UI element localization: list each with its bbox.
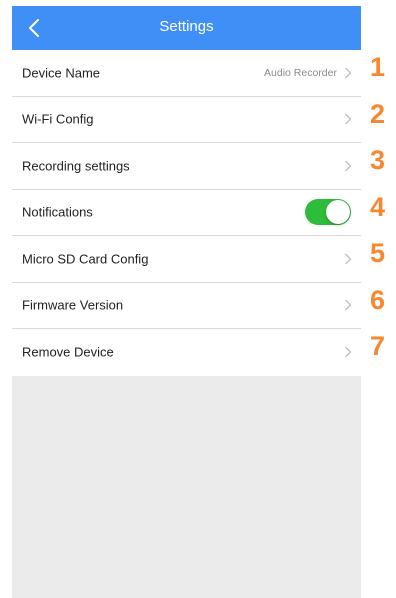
- device-name-value: Audio Recorder: [264, 66, 337, 79]
- row-label: Device Name: [22, 65, 101, 81]
- row-label: Remove Device: [22, 344, 114, 360]
- callout-number: 6: [370, 284, 386, 315]
- screen: Settings Device Name Audio Recorder Wi-F…: [0, 0, 396, 598]
- app-header: Settings: [12, 6, 361, 50]
- chevron-right-icon: [345, 67, 352, 79]
- callout-number: 2: [370, 98, 386, 129]
- chevron-right-icon: [345, 113, 352, 125]
- notifications-toggle[interactable]: [305, 199, 351, 226]
- phone-screen: Settings Device Name Audio Recorder Wi-F…: [12, 6, 361, 598]
- chevron-right-icon: [345, 253, 352, 265]
- settings-list: Device Name Audio Recorder Wi-Fi Config …: [12, 50, 361, 376]
- row-label: Notifications: [22, 204, 93, 220]
- row-label: Micro SD Card Config: [22, 251, 149, 267]
- settings-row-remove-device[interactable]: Remove Device: [12, 329, 361, 376]
- settings-row-firmware-version[interactable]: Firmware Version: [12, 282, 361, 329]
- row-label: Recording settings: [22, 158, 130, 174]
- chevron-right-icon: [345, 299, 352, 311]
- callout-number: 7: [370, 331, 386, 361]
- settings-row-device-name[interactable]: Device Name Audio Recorder: [12, 50, 361, 97]
- settings-row-notifications: Notifications: [12, 189, 361, 236]
- row-label: Firmware Version: [22, 297, 124, 313]
- callout-number: 4: [370, 191, 386, 222]
- row-label: Wi-Fi Config: [22, 111, 94, 127]
- page-title: Settings: [159, 18, 214, 35]
- callout-number: 1: [370, 52, 386, 82]
- settings-row-wifi-config[interactable]: Wi-Fi Config: [12, 96, 361, 143]
- toggle-knob: [326, 200, 350, 225]
- settings-row-recording-settings[interactable]: Recording settings: [12, 143, 361, 190]
- callout-number: 5: [370, 238, 386, 268]
- settings-row-micro-sd-card-config[interactable]: Micro SD Card Config: [12, 236, 361, 283]
- callout-numbers: 1 2 3 4 5 6 7: [370, 44, 396, 370]
- chevron-right-icon: [345, 346, 352, 358]
- chevron-right-icon: [345, 160, 352, 172]
- callout-number: 3: [370, 145, 386, 175]
